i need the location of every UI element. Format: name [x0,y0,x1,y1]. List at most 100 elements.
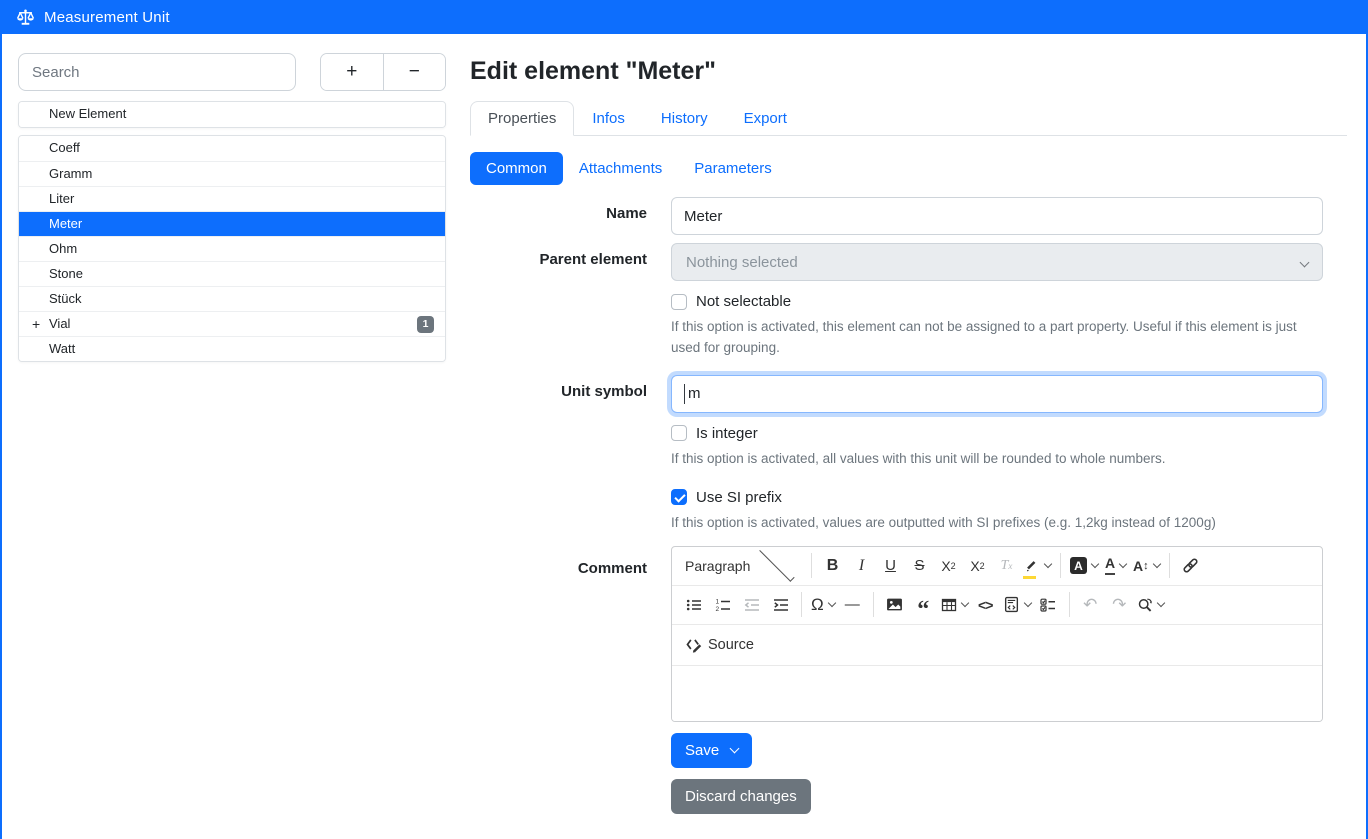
si-prefix-checkbox[interactable] [671,489,687,505]
todo-list-icon[interactable] [1034,590,1063,619]
font-color-icon[interactable]: A [1101,551,1130,580]
not-selectable-label[interactable]: Not selectable [696,293,791,310]
toolbar-separator [1169,553,1170,578]
unit-symbol-input[interactable] [671,375,1323,413]
special-characters-icon[interactable]: Ω [808,590,838,619]
top-navbar: Measurement Unit [0,0,1368,34]
strikethrough-icon[interactable]: S [905,551,934,580]
page-title: Edit element "Meter" [470,57,1347,86]
not-selectable-checkbox[interactable] [671,294,687,310]
edit-form: Name Parent element Nothing selected Not… [470,197,1347,814]
save-button[interactable]: Save [671,733,752,768]
collapse-all-button[interactable]: − [384,54,446,90]
name-label: Name [470,197,671,235]
remove-format-icon: Tx [992,551,1021,580]
marker-pen-icon [1024,558,1040,574]
sidebar-item-vial[interactable]: +Vial 1 [19,311,445,336]
tree-expand-collapse-group: + − [320,53,446,91]
indent-icon[interactable] [766,590,795,619]
sidebar-item-stueck[interactable]: Stück [19,286,445,311]
balance-scale-icon [16,9,35,26]
source-button[interactable]: Source [679,629,760,660]
parent-element-select[interactable]: Nothing selected [671,243,1323,281]
sidebar-toolbar: + − [18,53,446,91]
toolbar-separator [1060,553,1061,578]
sidebar-item-gramm[interactable]: Gramm [19,161,445,186]
subtab-parameters[interactable]: Parameters [678,152,788,185]
font-background-color-icon[interactable]: A [1067,551,1101,580]
chevron-down-icon [1300,257,1310,267]
not-selectable-help: If this option is activated, this elemen… [671,317,1323,359]
block-quote-icon[interactable]: “ [909,595,938,624]
save-button-label: Save [685,742,719,759]
is-integer-checkbox[interactable] [671,425,687,441]
comment-row: Comment Paragraph B I U [470,546,1347,814]
sidebar-item-new-element[interactable]: New Element [19,102,445,127]
tab-properties[interactable]: Properties [470,101,574,136]
rich-text-editor: Paragraph B I U S X2 X2 Tx [671,546,1323,722]
paragraph-style-dropdown[interactable]: Paragraph [679,551,805,580]
name-input[interactable] [671,197,1323,235]
toolbar-separator [1069,592,1070,617]
paragraph-style-value: Paragraph [685,558,750,574]
sidebar-item-meter[interactable]: Meter [19,211,445,236]
editor-toolbar-row-2: 12 Ω — [672,586,1322,625]
code-block-icon[interactable] [1000,590,1034,619]
expand-node-icon[interactable]: + [32,312,40,336]
is-integer-label[interactable]: Is integer [696,425,758,442]
svg-text:1: 1 [715,598,719,605]
bulleted-list-icon[interactable] [679,590,708,619]
source-edit-icon [685,636,703,654]
horizontal-line-icon[interactable]: — [838,590,867,619]
tab-export[interactable]: Export [726,101,805,136]
is-integer-check-row: Is integer [671,425,1323,442]
subtab-attachments[interactable]: Attachments [563,152,678,185]
source-button-label: Source [708,637,754,653]
save-dropdown-caret-icon[interactable] [730,744,740,754]
underline-icon[interactable]: U [876,551,905,580]
superscript-icon[interactable]: X2 [963,551,992,580]
redo-icon: ↷ [1105,590,1134,619]
insert-table-icon[interactable] [938,590,971,619]
tab-infos[interactable]: Infos [574,101,643,136]
not-selectable-check-row: Not selectable [671,293,1323,310]
chevron-down-icon [760,547,795,582]
si-prefix-label[interactable]: Use SI prefix [696,489,782,506]
insert-image-icon[interactable] [880,590,909,619]
font-size-icon[interactable]: A↕ [1130,551,1163,580]
sidebar-item-ohm[interactable]: Ohm [19,236,445,261]
tab-bar: Properties Infos History Export [470,101,1347,136]
highlight-icon[interactable] [1021,551,1054,580]
sidebar-item-stone[interactable]: Stone [19,261,445,286]
window-border-left [0,0,2,839]
child-count-badge: 1 [417,316,434,333]
sidebar-item-coeff[interactable]: Coeff [19,136,445,161]
subscript-icon[interactable]: X2 [934,551,963,580]
subtab-bar: Common Attachments Parameters [470,152,1347,185]
editor-content-area[interactable] [672,666,1322,721]
numbered-list-icon[interactable]: 12 [708,590,737,619]
sidebar-item-watt[interactable]: Watt [19,336,445,361]
italic-icon[interactable]: I [847,551,876,580]
editor-toolbar-row-3: Source [672,625,1322,666]
bold-icon[interactable]: B [818,551,847,580]
inline-code-icon[interactable]: <> [971,590,1000,619]
app-title: Measurement Unit [44,9,170,26]
toolbar-separator [811,553,812,578]
expand-all-button[interactable]: + [321,54,384,90]
parent-element-selected-value: Nothing selected [686,254,798,271]
toolbar-separator [801,592,802,617]
parent-element-label: Parent element [470,243,671,359]
discard-changes-button[interactable]: Discard changes [671,779,811,814]
text-cursor [684,384,685,404]
outdent-icon [737,590,766,619]
new-element-card: New Element [18,101,446,128]
tab-history[interactable]: History [643,101,726,136]
is-integer-help: If this option is activated, all values … [671,449,1323,470]
sidebar-item-liter[interactable]: Liter [19,186,445,211]
link-icon[interactable] [1176,551,1205,580]
search-input[interactable] [18,53,296,91]
find-replace-icon[interactable] [1134,590,1167,619]
unit-symbol-row: Unit symbol Is integer If this option is… [470,375,1347,534]
subtab-common[interactable]: Common [470,152,563,185]
